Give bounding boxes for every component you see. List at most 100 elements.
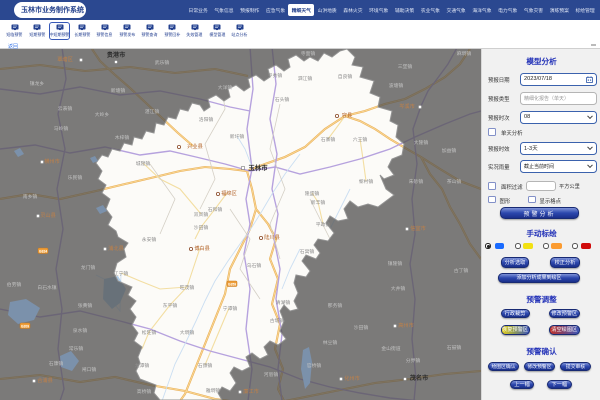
draw-color-swatch-orange[interactable]: [551, 243, 562, 250]
map-label: 隆盛镇: [305, 190, 320, 197]
toolbar-item-label: 预警信息: [97, 32, 113, 38]
submit-review-button[interactable]: 提交审核: [560, 362, 591, 371]
nav-item-4[interactable]: 精细天气: [288, 4, 314, 16]
single-day-checkbox[interactable]: [488, 128, 496, 136]
nav-item-0[interactable]: 日常业务: [185, 4, 211, 16]
map-label: 横州市: [44, 157, 60, 165]
report-icon: [101, 24, 109, 31]
confirm-draw-area-button[interactable]: 绘图区确认: [488, 362, 519, 371]
nav-item-3[interactable]: 应急气象: [263, 4, 289, 16]
correct-analysis-button[interactable]: 校正分析: [550, 257, 580, 268]
forecast-date-label: 预报日期: [488, 76, 510, 84]
forecast-date-value: 2023/07/18: [524, 76, 552, 82]
draw-color-swatch-red[interactable]: [581, 243, 591, 250]
toolbar-item-8[interactable]: 失效管理: [184, 22, 205, 40]
county-ring-marker: [36, 214, 39, 217]
toolbar-item-label: 预警回补: [164, 32, 180, 38]
clear-draw-area-button[interactable]: 清空绘图区: [549, 325, 580, 335]
nav-item-15[interactable]: 标绘管理: [572, 4, 598, 16]
next-frame-button[interactable]: 下一幅: [547, 380, 573, 389]
map-view[interactable]: 贵港市茂名市玉林市兴业县容县福绵区陆川县博白县覃塘区横州市灵山县浦北县合浦县岑溪…: [0, 49, 481, 400]
top-navbar: 玉林市业务制作系统 日常业务气象信息预报制作应急气象精细天气山洪地质森林火灾环境…: [0, 0, 600, 20]
nav-item-1[interactable]: 气象信息: [211, 4, 237, 16]
map-label: 浦北县: [108, 244, 124, 252]
map-label: 石鼓镇: [447, 344, 462, 351]
map-label: 马岭镇: [54, 125, 69, 132]
nav-item-6[interactable]: 森林火灾: [340, 4, 366, 16]
toolbar-item-0[interactable]: 短临预警: [4, 22, 25, 40]
nav-item-5[interactable]: 山洪地质: [314, 4, 340, 16]
analysis-pick-button[interactable]: 分析选取: [501, 257, 529, 268]
report-icon: [56, 24, 64, 31]
map-label: 湛江镇: [145, 108, 160, 115]
show-grid-checkbox[interactable]: [528, 196, 536, 204]
nav-item-14[interactable]: 演练预案: [546, 4, 572, 16]
graphic-checkbox[interactable]: [488, 196, 496, 204]
confirm-modify-button[interactable]: 修改预警区: [524, 362, 555, 371]
map-label: 贵港市: [107, 51, 126, 59]
graphic-label: 图形: [500, 197, 511, 205]
map-label: 麻垌镇: [457, 50, 472, 57]
forecast-validity-select[interactable]: 1-3天: [520, 142, 597, 155]
toolbar-item-3[interactable]: 长期预警: [72, 22, 93, 40]
nav-item-13[interactable]: 气象灾害: [521, 4, 547, 16]
draw-color-radio-blue[interactable]: [485, 243, 491, 249]
add-analysis-button[interactable]: 添加分析成果到绘区: [498, 273, 580, 283]
toolbar-item-9[interactable]: 模型管理: [207, 22, 228, 40]
rain-obs-select[interactable]: 截止当前时间: [520, 160, 597, 173]
forecast-time-select[interactable]: 08: [520, 111, 597, 124]
nav-item-12[interactable]: 电力气象: [495, 4, 521, 16]
nav-item-8[interactable]: 辅助决策: [392, 4, 418, 16]
scroll-artifact: [591, 44, 596, 47]
restore-warning-area-button[interactable]: 恢复预警区: [501, 325, 530, 335]
forecast-date-input[interactable]: 2023/07/18: [520, 73, 597, 86]
draw-color-radio-orange[interactable]: [543, 243, 549, 249]
map-label: 石头镇: [275, 96, 290, 103]
map-label: 自良镇: [338, 73, 353, 80]
nav-item-7[interactable]: 环境气象: [366, 4, 392, 16]
draw-color-swatch-blue[interactable]: [495, 243, 504, 250]
draw-color-radio-yellow[interactable]: [515, 243, 521, 249]
report-icon: [78, 24, 86, 31]
map-label: 容县: [342, 111, 352, 119]
city-square-marker: [404, 378, 407, 381]
toolbar-item-10[interactable]: 站点分析: [229, 22, 250, 40]
nav-item-2[interactable]: 预报制作: [237, 4, 263, 16]
county-ring-marker: [177, 145, 180, 148]
prev-frame-button[interactable]: 上一幅: [510, 380, 534, 389]
admin-clip-button[interactable]: 行政裁剪: [501, 309, 530, 319]
map-label: 大垌镇: [180, 329, 195, 336]
nav-item-9[interactable]: 农业气象: [417, 4, 443, 16]
road-shield-label: G324: [39, 249, 47, 253]
toolbar-item-label: 预警发布: [119, 32, 135, 38]
map-label: 新塘镇: [111, 87, 126, 94]
map-label: 陆川县: [264, 233, 280, 241]
draw-color-swatch-yellow[interactable]: [523, 243, 533, 250]
toolbar-item-1[interactable]: 短期预警: [27, 22, 48, 40]
toolbar-item-6[interactable]: 预警查询: [139, 22, 160, 40]
map-label: 大隆镇: [414, 139, 429, 146]
forecast-type-input[interactable]: 精细化报告（单天）: [520, 92, 597, 105]
map-label: 常乐镇: [69, 345, 84, 352]
forecast-type-value: 精细化报告（单天）: [524, 95, 569, 102]
chevron-down-icon: [587, 163, 593, 169]
nav-item-11[interactable]: 海洋气象: [469, 4, 495, 16]
warning-adjust-title: 预警调整: [482, 294, 600, 305]
forecast-type-label: 预报类型: [488, 95, 510, 103]
nav-item-10[interactable]: 交通气象: [443, 4, 469, 16]
toolbar-item-7[interactable]: 预警回补: [162, 22, 183, 40]
toolbar-item-label: 短期预警: [29, 32, 45, 38]
toolbar-item-5[interactable]: 预警发布: [117, 22, 138, 40]
area-filter-input[interactable]: [526, 181, 556, 192]
city-square-marker: [115, 61, 118, 64]
map-label: 河唇镇: [264, 371, 279, 378]
area-filter-checkbox[interactable]: [488, 182, 496, 190]
map-label: 宁潭镇: [223, 305, 238, 312]
toolbar-item-4[interactable]: 预警信息: [94, 22, 115, 40]
warning-analysis-button[interactable]: 预警分析: [500, 207, 579, 219]
draw-color-radio-red[interactable]: [572, 243, 578, 249]
map-label: 林尘镇: [323, 339, 338, 346]
toolbar-item-2[interactable]: 中短期预警: [49, 22, 70, 40]
modify-warning-area-button[interactable]: 修改预警区: [549, 309, 580, 319]
map-label: 新丰镇: [311, 199, 326, 206]
